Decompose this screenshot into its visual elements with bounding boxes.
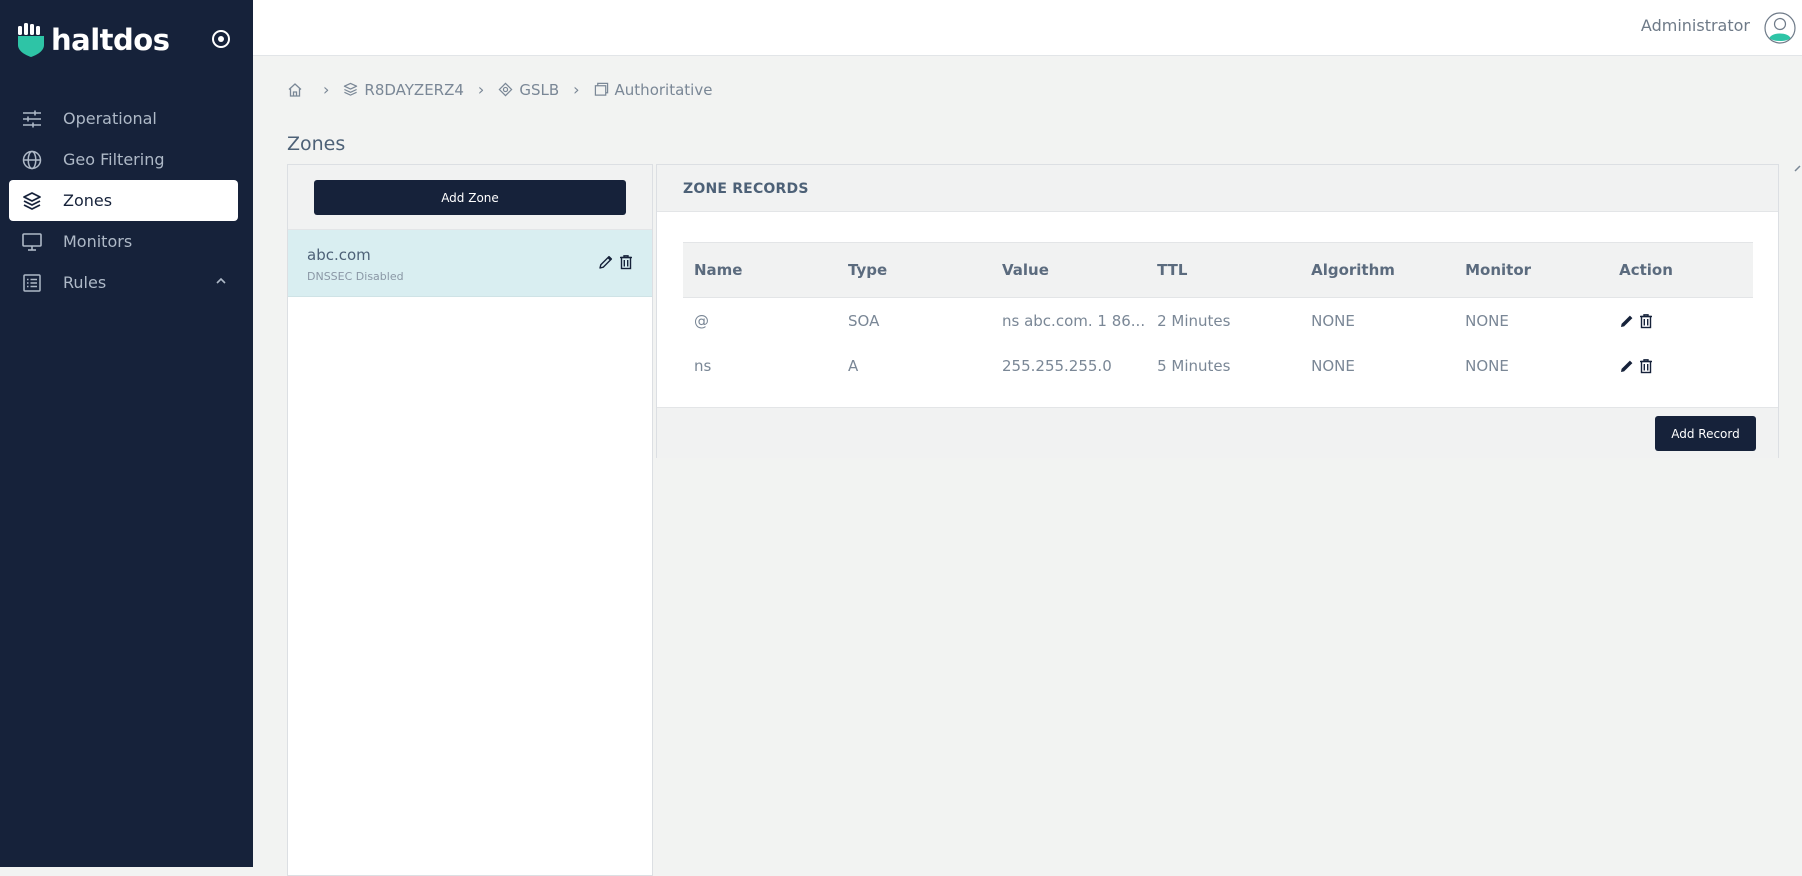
logo[interactable]: haltdos <box>17 22 170 58</box>
sidebar-item-zones[interactable]: Zones <box>9 180 238 221</box>
globe-icon <box>21 149 43 171</box>
cell-ttl: 2 Minutes <box>1157 311 1231 330</box>
row-actions <box>1619 358 1752 374</box>
sidebar-item-rules[interactable]: Rules <box>9 262 238 303</box>
sidebar-nav: Operational Geo Filtering Zones Monitors… <box>0 98 253 303</box>
edit-record-button[interactable] <box>1619 313 1635 329</box>
sidebar-item-label: Rules <box>63 273 107 292</box>
user-name[interactable]: Administrator <box>1641 16 1750 35</box>
monitor-icon <box>21 231 43 253</box>
breadcrumb-separator: › <box>323 80 330 99</box>
breadcrumb-item-gslb[interactable]: GSLB <box>498 81 559 99</box>
cell-ttl: 5 Minutes <box>1157 356 1231 375</box>
cell-value: ns abc.com. 1 86... <box>1002 311 1146 330</box>
column-header-monitor: Monitor <box>1454 242 1609 298</box>
breadcrumb-label: Authoritative <box>614 80 713 99</box>
cell-name: @ <box>694 311 709 330</box>
breadcrumb-separator: › <box>477 80 485 99</box>
edit-record-button[interactable] <box>1619 358 1635 374</box>
cell-algorithm: NONE <box>1311 311 1355 330</box>
zone-records-table: Name Type Value TTL Algorithm Monitor Ac… <box>683 242 1753 388</box>
sidebar-item-label: Operational <box>63 109 157 128</box>
home-icon <box>288 82 302 97</box>
trash-icon <box>620 255 632 270</box>
sidebar-item-label: Zones <box>63 191 113 210</box>
zone-actions <box>598 254 634 270</box>
breadcrumb-label: GSLB <box>519 80 560 99</box>
list-icon <box>21 272 43 294</box>
table-header-row: Name Type Value TTL Algorithm Monitor Ac… <box>683 242 1753 298</box>
window-icon <box>594 82 608 96</box>
delete-record-button[interactable] <box>1638 358 1654 374</box>
add-record-button[interactable]: Add Record <box>1655 416 1756 451</box>
chevron-up-icon[interactable] <box>214 274 228 288</box>
row-actions <box>1619 313 1752 329</box>
column-header-action: Action <box>1608 242 1753 298</box>
table-row: @ SOA ns abc.com. 1 86... 2 Minutes NONE… <box>683 298 1753 344</box>
sidebar-item-operational[interactable]: Operational <box>9 98 238 139</box>
column-header-name: Name <box>683 242 837 298</box>
table-row: ns A 255.255.255.0 5 Minutes NONE NONE <box>683 343 1753 388</box>
trash-icon <box>1640 313 1653 328</box>
pencil-icon <box>1621 315 1633 327</box>
cell-name: ns <box>694 356 712 375</box>
trash-icon <box>1640 358 1653 373</box>
zone-records-footer: Add Record <box>657 407 1778 458</box>
cell-type: SOA <box>848 311 880 330</box>
breadcrumb-label: R8DAYZERZ4 <box>364 80 464 99</box>
zone-dnssec-status: DNSSEC Disabled <box>307 270 404 283</box>
cell-monitor: NONE <box>1465 356 1509 375</box>
column-header-algorithm: Algorithm <box>1300 242 1455 298</box>
haltdos-logo-icon <box>18 23 44 57</box>
zone-records-header: ZONE RECORDS <box>657 165 1778 212</box>
zone-records-panel: ZONE RECORDS Name Type Value TTL Algorit… <box>656 164 1779 458</box>
sidebar-item-monitors[interactable]: Monitors <box>9 221 238 262</box>
user-avatar-icon[interactable] <box>1764 12 1796 44</box>
cell-action <box>1608 343 1753 388</box>
edit-zone-button[interactable] <box>598 254 614 270</box>
breadcrumb: › R8DAYZERZ4 › GSLB › Authoritative <box>287 80 712 99</box>
column-header-ttl: TTL <box>1146 242 1301 298</box>
pencil-icon <box>1621 360 1633 372</box>
delete-record-button[interactable] <box>1638 313 1654 329</box>
page-title: Zones <box>287 133 346 155</box>
brand-name: haltdos <box>51 23 170 57</box>
pencil-icon <box>599 255 613 269</box>
zone-list-item[interactable]: abc.com DNSSEC Disabled <box>288 230 652 297</box>
breadcrumb-item-device[interactable]: R8DAYZERZ4 <box>343 81 464 99</box>
breadcrumb-home[interactable] <box>287 82 309 98</box>
cell-value: 255.255.255.0 <box>1002 356 1112 375</box>
zone-name: abc.com <box>307 246 371 264</box>
cell-monitor: NONE <box>1465 311 1509 330</box>
column-header-value: Value <box>991 242 1147 298</box>
sliders-icon <box>21 108 43 130</box>
breadcrumb-separator: › <box>573 80 580 99</box>
zones-panel-header: Add Zone <box>288 165 652 230</box>
layers-icon <box>21 190 43 212</box>
cell-algorithm: NONE <box>1311 356 1355 375</box>
zones-panel: Add Zone abc.com DNSSEC Disabled <box>287 164 653 876</box>
breadcrumb-item-authoritative[interactable]: Authoritative <box>594 80 713 99</box>
column-header-type: Type <box>837 242 991 298</box>
scrollbar-up-arrow-icon[interactable] <box>1794 164 1802 174</box>
cell-type: A <box>848 356 859 375</box>
topbar: Administrator <box>253 0 1802 56</box>
delete-zone-button[interactable] <box>618 254 634 270</box>
target-icon <box>498 82 513 97</box>
cell-action <box>1608 298 1753 344</box>
sidebar: haltdos Operational Geo Filtering Zones … <box>0 0 253 867</box>
sidebar-item-label: Monitors <box>63 232 133 251</box>
zone-records-title: ZONE RECORDS <box>683 181 809 197</box>
sidebar-item-label: Geo Filtering <box>63 150 165 169</box>
sidebar-item-geo-filtering[interactable]: Geo Filtering <box>9 139 238 180</box>
layers-icon <box>344 82 358 96</box>
add-zone-button[interactable]: Add Zone <box>314 180 626 215</box>
sidebar-toggle-icon[interactable] <box>210 28 232 50</box>
